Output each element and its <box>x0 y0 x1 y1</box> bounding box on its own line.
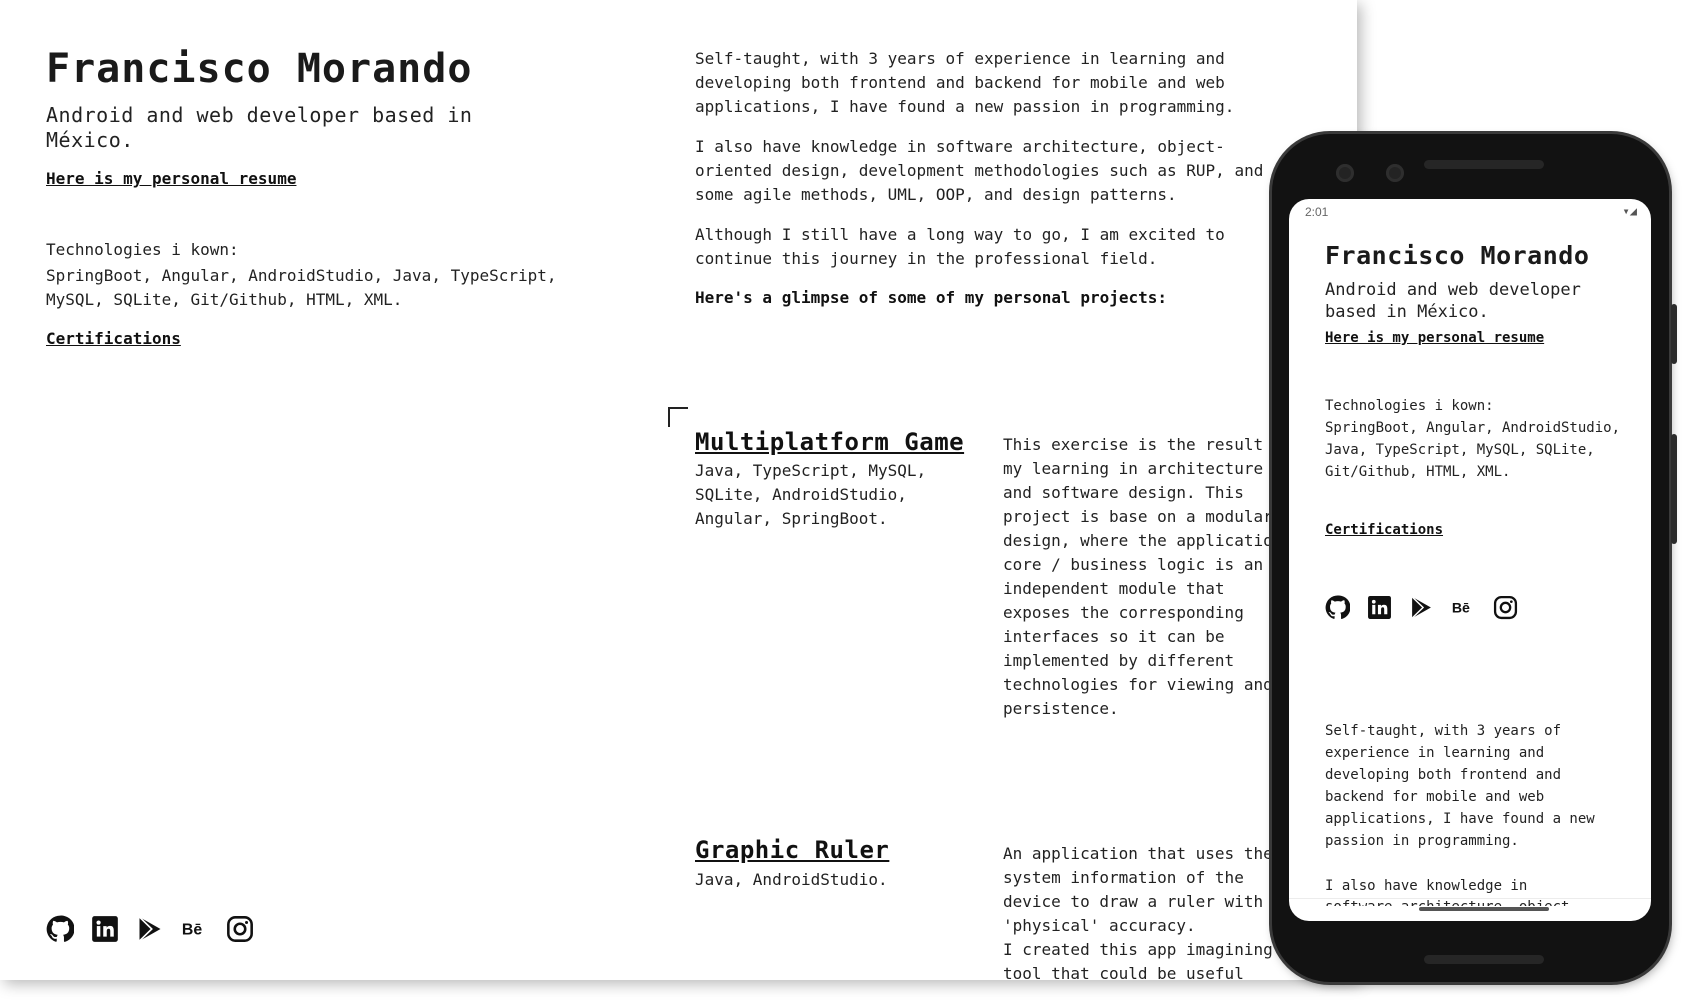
phone-speaker-top <box>1424 160 1544 169</box>
instagram-icon[interactable] <box>226 915 254 943</box>
profile-tagline: Android and web developer based in Méxic… <box>46 103 473 152</box>
github-icon[interactable] <box>46 915 74 943</box>
linkedin-icon[interactable] <box>1367 595 1392 620</box>
corner-bracket <box>668 407 688 427</box>
behance-icon[interactable]: Bē <box>181 915 209 943</box>
technologies-title: Technologies i kown: <box>46 240 239 259</box>
project-description-graphic-ruler-line-2: I created this app imagining a tool that… <box>1003 940 1292 980</box>
phone-camera-right <box>1386 164 1404 182</box>
project-description-graphic-ruler: An application that uses the system info… <box>1003 842 1293 980</box>
social-links: Bē <box>46 915 254 943</box>
svg-text:Bē: Bē <box>182 922 202 939</box>
mobile-social-links: Bē <box>1325 595 1518 620</box>
linkedin-icon[interactable] <box>91 915 119 943</box>
projects-intro: Here's a glimpse of some of my personal … <box>695 288 1168 307</box>
github-icon[interactable] <box>1325 595 1350 620</box>
technologies-list: SpringBoot, Angular, AndroidStudio, Java… <box>46 266 557 309</box>
phone-speaker-bottom <box>1424 955 1544 964</box>
status-signal-icons: ▾◢ <box>1622 204 1637 218</box>
certifications-link[interactable]: Certifications <box>46 329 181 348</box>
instagram-icon[interactable] <box>1493 595 1518 620</box>
project-title-graphic-ruler[interactable]: Graphic Ruler <box>695 836 889 864</box>
mobile-profile-tagline: Android and web developer based in Méxic… <box>1325 280 1581 322</box>
phone-camera-left <box>1336 164 1354 182</box>
google-play-icon[interactable] <box>136 915 164 943</box>
phone-mockup: 2:01 ▾◢ Francisco Morando Android and we… <box>1272 134 1677 982</box>
mobile-about-paragraph-1: Self-taught, with 3 years of experience … <box>1325 723 1595 849</box>
home-gesture-bar[interactable] <box>1419 907 1549 911</box>
about-paragraph-1: Self-taught, with 3 years of experience … <box>695 49 1235 116</box>
phone-screen: 2:01 ▾◢ Francisco Morando Android and we… <box>1289 199 1651 921</box>
mobile-certifications-link[interactable]: Certifications <box>1325 522 1443 538</box>
about-paragraph-3: Although I still have a long way to go, … <box>695 225 1225 268</box>
mobile-resume-link[interactable]: Here is my personal resume <box>1325 330 1544 346</box>
project-description-multiplatform-game: This exercise is the result of my learni… <box>1003 435 1292 718</box>
project-title-multiplatform-game[interactable]: Multiplatform Game <box>695 428 964 456</box>
mobile-about-paragraph-2-start: I also have knowledge in <box>1325 878 1528 894</box>
status-time: 2:01 <box>1305 205 1329 219</box>
phone-volume-button <box>1671 434 1677 544</box>
nav-divider <box>1289 898 1651 899</box>
mobile-technologies-list: SpringBoot, Angular, AndroidStudio, Java… <box>1325 420 1621 480</box>
project-tech-graphic-ruler: Java, AndroidStudio. <box>695 870 888 889</box>
mobile-technologies-title: Technologies i kown: <box>1325 398 1494 414</box>
about-paragraph-2: I also have knowledge in software archit… <box>695 137 1264 204</box>
about-section: Self-taught, with 3 years of experience … <box>695 47 1275 287</box>
resume-link[interactable]: Here is my personal resume <box>46 169 296 188</box>
phone-power-button <box>1671 304 1677 364</box>
mobile-profile-name: Francisco Morando <box>1325 241 1590 270</box>
google-play-icon[interactable] <box>1409 595 1434 620</box>
profile-name: Francisco Morando <box>46 46 473 92</box>
project-description-graphic-ruler-line-1: An application that uses the system info… <box>1003 844 1273 935</box>
svg-text:Bē: Bē <box>1452 601 1470 617</box>
behance-icon[interactable]: Bē <box>1451 595 1476 620</box>
desktop-page: Francisco Morando Android and web develo… <box>0 0 1357 980</box>
project-tech-multiplatform-game: Java, TypeScript, MySQL, SQLite, Android… <box>695 461 927 528</box>
